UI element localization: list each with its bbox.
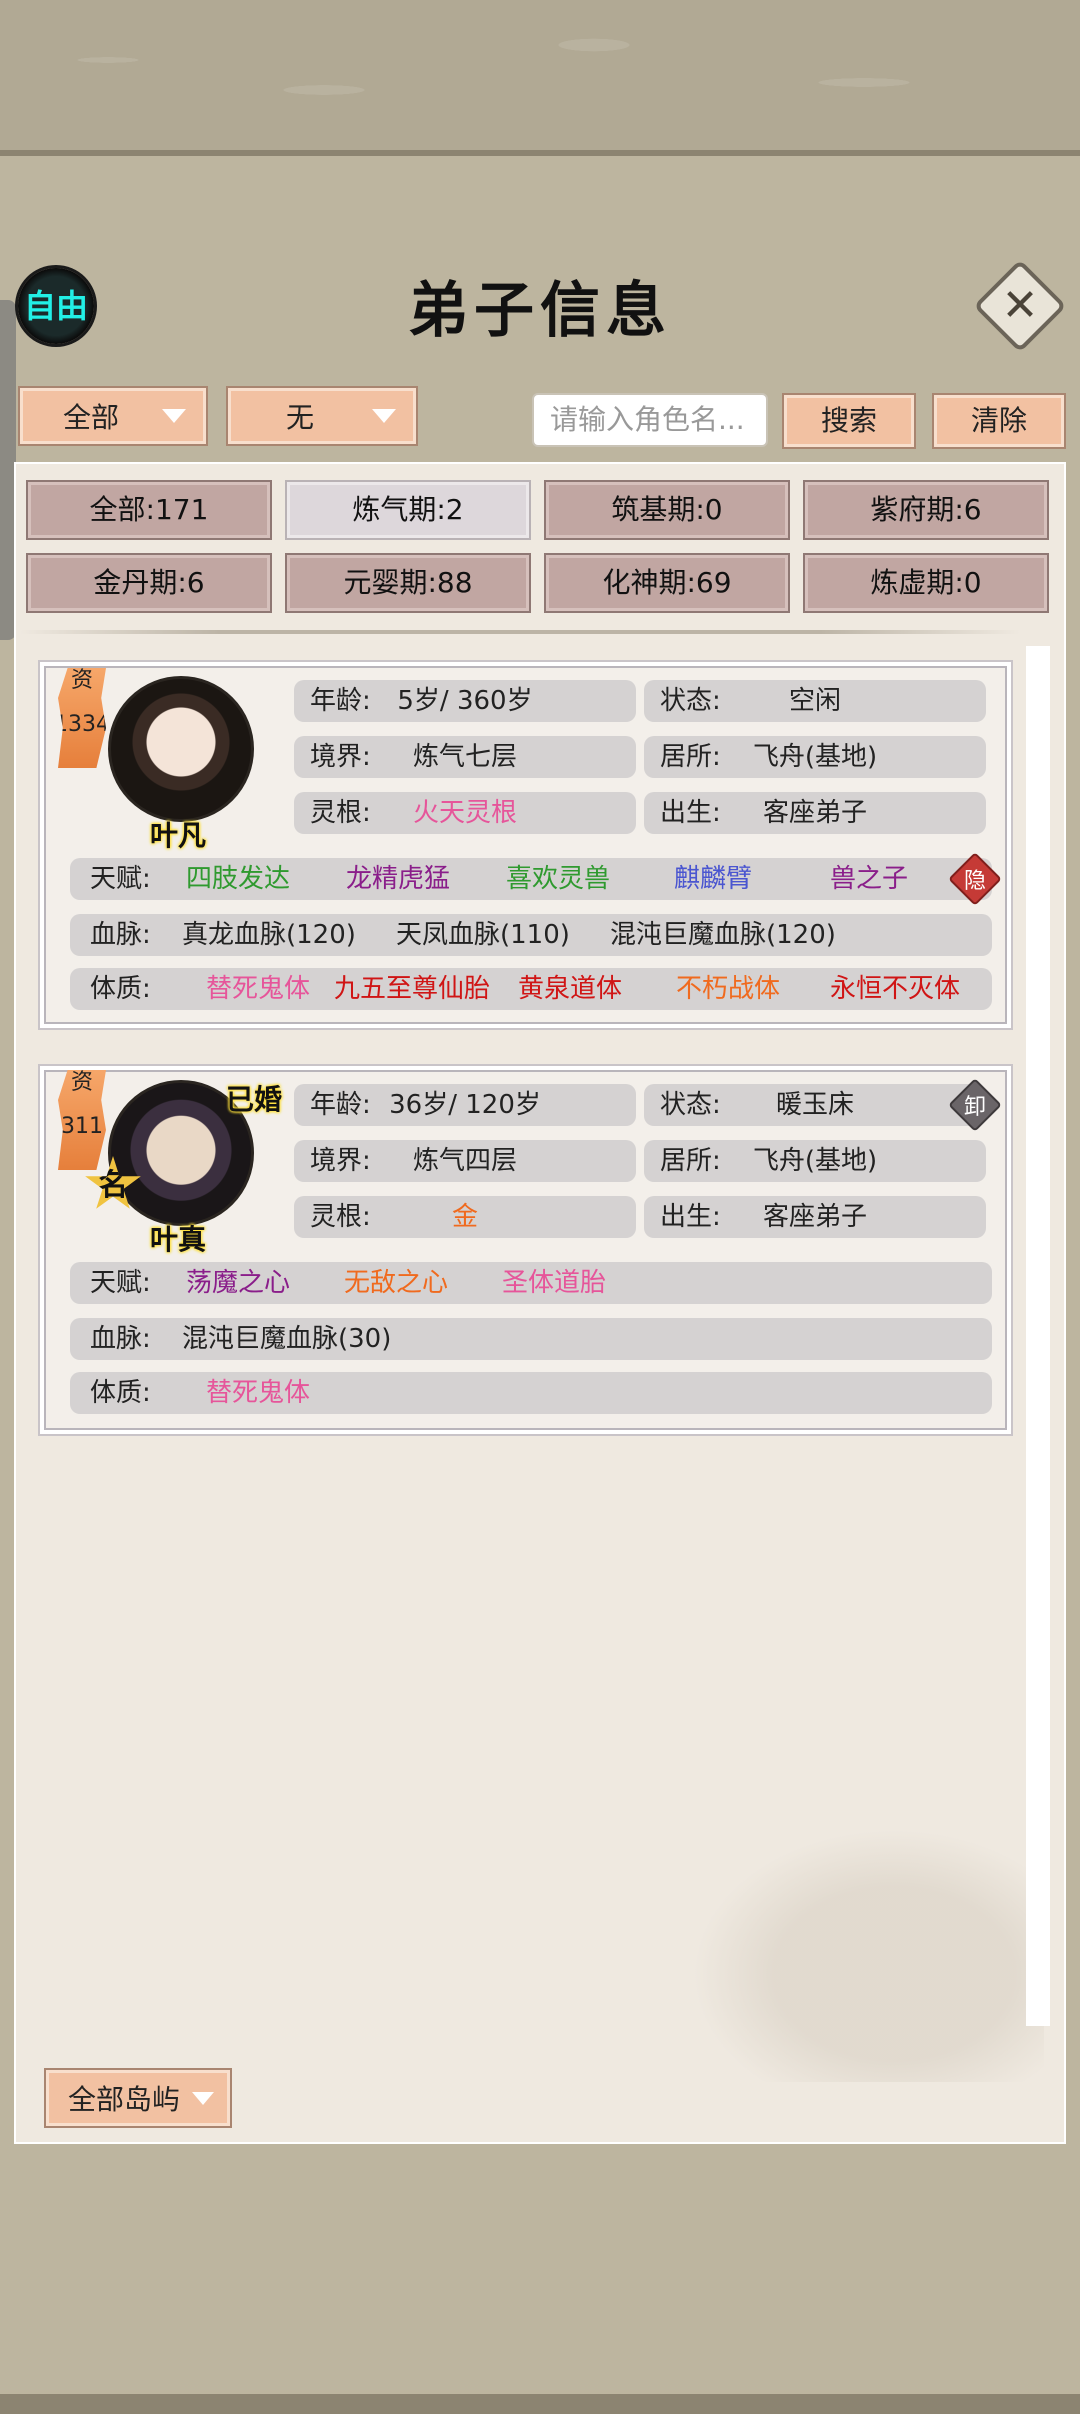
stage-filter-qi-refining[interactable]: 炼气期:2 <box>285 480 531 540</box>
age-value: 5岁/ 360岁 <box>397 686 533 716</box>
physique-item: 不朽战体 <box>676 974 781 1004</box>
origin-value: 客座弟子 <box>762 798 867 828</box>
age-field: 年龄: 5岁/ 360岁 <box>294 680 636 722</box>
residence-field: 居所: 飞舟(基地) <box>644 1140 986 1182</box>
category-dropdown[interactable]: 全部 <box>18 386 208 446</box>
top-decor-band <box>0 0 1080 156</box>
status-field: 状态: 暖玉床 <box>644 1084 986 1126</box>
root-value: 火天灵根 <box>412 798 517 828</box>
talent-key: 天赋: <box>90 864 151 894</box>
physique-key: 体质: <box>90 974 151 1004</box>
bloodline-key: 血脉: <box>90 920 151 950</box>
aptitude-label: 资 <box>70 1070 93 1095</box>
divider <box>20 630 1020 634</box>
realm-value: 炼气四层 <box>412 1146 517 1176</box>
residence-value: 飞舟(基地) <box>752 1146 878 1176</box>
residence-field: 居所: 飞舟(基地) <box>644 736 986 778</box>
category-dropdown-label: 全部 <box>62 401 119 434</box>
bloodline-item: 混沌巨魔血脉(30) <box>182 1324 392 1354</box>
unload-badge-label: 卸 <box>963 1095 986 1120</box>
island-filter-dropdown[interactable]: 全部岛屿 <box>44 2068 232 2128</box>
page-title: 弟子信息 <box>408 276 672 346</box>
disciple-name: 叶凡 <box>149 819 206 852</box>
island-filter-label: 全部岛屿 <box>68 2083 181 2116</box>
stage-filter-void-refining[interactable]: 炼虚期:0 <box>803 553 1049 613</box>
talent-item: 喜欢灵兽 <box>506 864 611 894</box>
sub-filter-dropdown[interactable]: 无 <box>226 386 418 446</box>
physique-item: 替死鬼体 <box>206 974 311 1004</box>
hide-badge-label: 隐 <box>963 869 986 894</box>
chevron-down-icon <box>372 409 396 423</box>
talent-item: 龙精虎猛 <box>346 864 451 894</box>
close-button[interactable]: ✕ <box>973 259 1067 353</box>
status-field: 状态: 空闲 <box>644 680 986 722</box>
talent-row: 天赋: 四肢发达 龙精虎猛 喜欢灵兽 麒麟臂 兽之子 <box>70 858 992 900</box>
bloodline-key: 血脉: <box>90 1324 151 1354</box>
aptitude-label: 资 <box>70 668 93 693</box>
stage-filter-all[interactable]: 全部:171 <box>26 480 272 540</box>
stage-filter-purple-mansion[interactable]: 紫府期:6 <box>803 480 1049 540</box>
spirit-root-field: 灵根: 金 <box>294 1196 636 1238</box>
disciple-card[interactable]: 资 1334 叶凡 年龄: 5岁/ 360岁 状态: 空闲 境界: 炼气七层 居… <box>38 660 1013 1030</box>
realm-value: 炼气七层 <box>412 742 517 772</box>
status-value: 空闲 <box>788 686 841 716</box>
origin-field: 出生: 客座弟子 <box>644 792 986 834</box>
close-icon: ✕ <box>1001 280 1039 331</box>
age-value: 36岁/ 120岁 <box>389 1090 541 1120</box>
aptitude-tag: 资 311 <box>58 1070 106 1170</box>
clear-button[interactable]: 清除 <box>932 393 1066 449</box>
talent-item: 麒麟臂 <box>674 864 753 894</box>
aptitude-value: 1334 <box>54 712 110 737</box>
bloodline-item: 天凤血脉(110) <box>396 920 570 950</box>
physique-item: 九五至尊仙胎 <box>334 974 491 1004</box>
physique-item: 永恒不灭体 <box>830 974 961 1004</box>
spirit-root-field: 灵根: 火天灵根 <box>294 792 636 834</box>
age-field: 年龄: 36岁/ 120岁 <box>294 1084 636 1126</box>
disciple-card[interactable]: 资 311 已婚 名 叶真 年龄: 36岁/ 120岁 状态: 暖玉床 卸 境界… <box>38 1064 1013 1436</box>
disciple-name: 叶真 <box>149 1223 206 1256</box>
search-button[interactable]: 搜索 <box>782 393 916 449</box>
list-scrollbar[interactable] <box>1026 646 1050 2026</box>
stage-filter-nascent-soul[interactable]: 元婴期:88 <box>285 553 531 613</box>
talent-item: 四肢发达 <box>186 864 291 894</box>
stage-filter-spirit-severing[interactable]: 化神期:69 <box>544 553 790 613</box>
avatar[interactable] <box>108 676 254 822</box>
residence-value: 飞舟(基地) <box>752 742 878 772</box>
stage-filter-golden-core[interactable]: 金丹期:6 <box>26 553 272 613</box>
physique-item: 黄泉道体 <box>518 974 623 1004</box>
chevron-down-icon <box>192 2091 215 2105</box>
physique-row: 体质: 替死鬼体 <box>70 1372 992 1414</box>
bottom-decor-band <box>0 2394 1080 2414</box>
talent-item: 荡魔之心 <box>186 1268 291 1298</box>
physique-row: 体质: 替死鬼体 九五至尊仙胎 黄泉道体 不朽战体 永恒不灭体 <box>70 968 992 1010</box>
realm-field: 境界: 炼气四层 <box>294 1140 636 1182</box>
bloodline-item: 混沌巨魔血脉(120) <box>610 920 836 950</box>
stage-filter-foundation[interactable]: 筑基期:0 <box>544 480 790 540</box>
origin-value: 客座弟子 <box>762 1202 867 1232</box>
bloodline-item: 真龙血脉(120) <box>182 920 356 950</box>
physique-key: 体质: <box>90 1378 151 1408</box>
root-value: 金 <box>451 1202 478 1232</box>
sub-filter-dropdown-label: 无 <box>285 401 314 434</box>
bloodline-row: 血脉: 混沌巨魔血脉(30) <box>70 1318 992 1360</box>
aptitude-value: 311 <box>61 1114 103 1139</box>
talent-item: 无敌之心 <box>344 1268 449 1298</box>
talent-item: 兽之子 <box>830 864 909 894</box>
talent-row: 天赋: 荡魔之心 无敌之心 圣体道胎 <box>70 1262 992 1304</box>
aptitude-tag: 资 1334 <box>58 668 106 768</box>
married-label: 已婚 <box>226 1083 283 1116</box>
bloodline-row: 血脉: 真龙血脉(120) 天凤血脉(110) 混沌巨魔血脉(120) <box>70 914 992 956</box>
realm-field: 境界: 炼气七层 <box>294 736 636 778</box>
talent-item: 圣体道胎 <box>502 1268 607 1298</box>
physique-item: 替死鬼体 <box>206 1378 311 1408</box>
chevron-down-icon <box>162 409 186 423</box>
talent-key: 天赋: <box>90 1268 151 1298</box>
origin-field: 出生: 客座弟子 <box>644 1196 986 1238</box>
status-value: 暖玉床 <box>775 1090 854 1120</box>
search-input[interactable]: 请输入角色名... <box>532 393 768 447</box>
unload-badge[interactable]: 卸 <box>948 1078 1002 1132</box>
bamboo-decor <box>544 1722 1044 2082</box>
hide-badge[interactable]: 隐 <box>948 852 1002 906</box>
